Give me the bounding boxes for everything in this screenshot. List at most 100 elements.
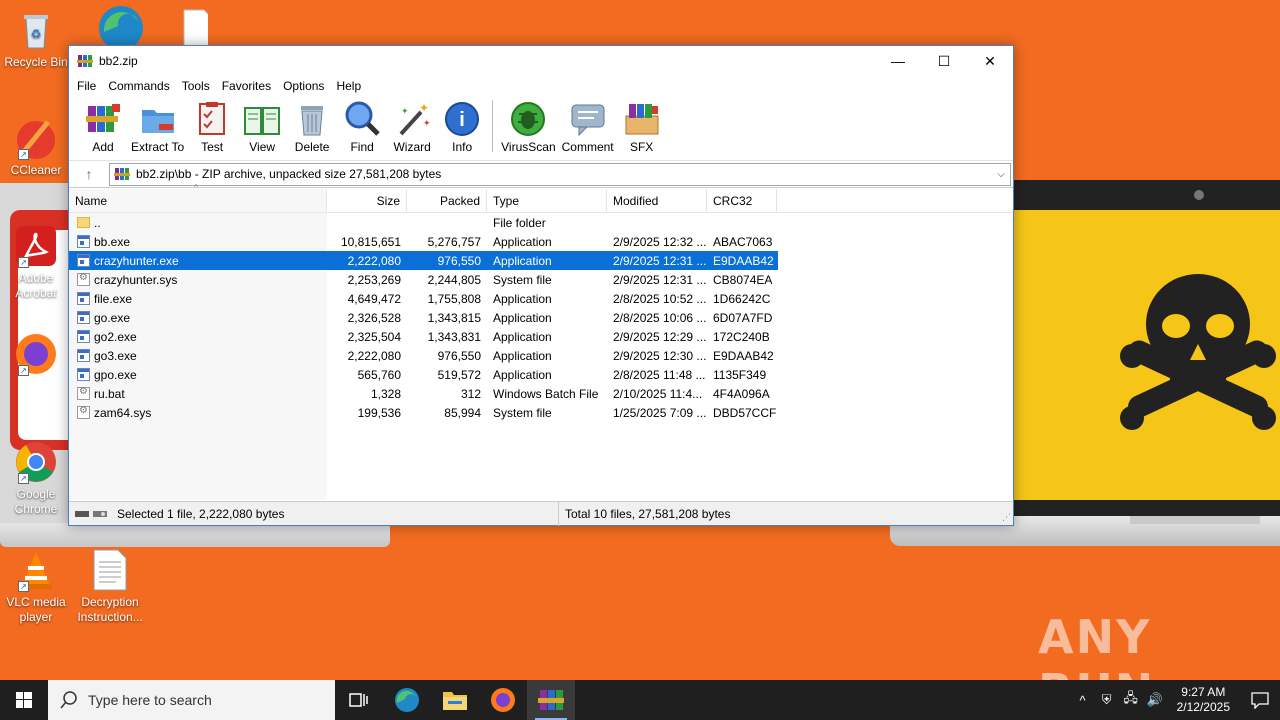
file-name: file.exe [94,291,133,306]
close-button[interactable]: ✕ [967,46,1013,76]
start-button[interactable] [0,680,48,720]
taskbar-edge[interactable] [383,680,431,720]
file-row[interactable]: crazyhunter.sys 2,253,269 2,244,805 System … [69,270,1013,289]
comment-label: Comment [561,140,614,154]
system-file-icon [77,406,90,419]
column-header-name[interactable]: Name [69,189,327,213]
svg-text:✦: ✦ [419,101,429,115]
taskbar-firefox[interactable] [479,680,527,720]
virusscan-label: VirusScan [501,140,556,154]
menu-favorites[interactable]: Favorites [216,79,277,93]
acrobat-icon: ↗ [14,224,58,268]
desktop-icon-acrobat[interactable]: ↗ Adobe Acrobat [0,224,72,301]
path-combobox[interactable]: bb2.zip\bb - ZIP archive, unpacked size … [109,162,1011,186]
desktop-icon-label: CCleaner [10,163,62,177]
security-icon[interactable]: ⛨ [1095,692,1119,708]
virusscan-button[interactable]: VirusScan [501,100,556,154]
file-row[interactable]: zam64.sys 199,536 85,994 System file 1/25/20… [69,403,1013,422]
network-icon[interactable]: 🖧 [1119,689,1143,711]
menu-file[interactable]: File [71,79,102,93]
file-row[interactable]: crazyhunter.exe 2,222,080 976,550 Applicati… [69,251,778,270]
file-rows: .. File folder bb.exe 10,815,651 5,276,757 Ap… [69,213,1013,422]
desktop-icon-vlc[interactable]: ↗ VLC media player [0,548,72,625]
add-archive-icon [86,104,120,132]
comment-button[interactable]: Comment [562,100,614,154]
add-label: Add [92,140,114,154]
desktop-icon-label: Recycle Bin [4,55,68,69]
find-button[interactable]: Find [340,100,384,154]
column-header-packed[interactable]: Packed [407,189,487,213]
file-row[interactable]: bb.exe 10,815,651 5,276,757 Application 2/9/… [69,232,1013,251]
menu-commands[interactable]: Commands [102,79,175,93]
column-header-crc32[interactable]: CRC32 [707,189,777,213]
wallpaper-camera [1194,190,1204,200]
view-button[interactable]: View [240,100,284,154]
add-button[interactable]: Add [81,100,125,154]
volume-icon[interactable]: 🔊 [1143,692,1167,708]
file-row[interactable]: .. File folder [69,213,1013,232]
sfx-button[interactable]: SFX [620,100,664,154]
file-type: System file [493,272,552,287]
taskbar-file-explorer[interactable] [431,680,479,720]
column-header-type[interactable]: Type [487,189,607,213]
chrome-icon: ↗ [14,440,58,484]
task-view-button[interactable] [335,680,383,720]
delete-button[interactable]: Delete [290,100,334,154]
file-modified: 2/9/2025 12:29 ... [613,329,707,344]
file-row[interactable]: go3.exe 2,222,080 976,550 Application 2/9/20… [69,346,1013,365]
menu-options[interactable]: Options [277,79,330,93]
desktop-icon-recycle-bin[interactable]: ♻ Recycle Bin [0,8,72,70]
notification-button[interactable] [1240,680,1280,720]
desktop-icon-ccleaner[interactable]: ↗ CCleaner [0,116,72,178]
column-header-size[interactable]: Size [327,189,407,213]
file-row[interactable]: file.exe 4,649,472 1,755,808 Application 2/8… [69,289,1013,308]
file-size: 2,326,528 [347,310,401,325]
status-bar: Selected 1 file, 2,222,080 bytes Total 1… [69,501,1013,526]
svg-text:i: i [459,109,465,131]
menu-help[interactable]: Help [330,79,367,93]
menu-tools[interactable]: Tools [176,79,216,93]
maximize-button[interactable]: ☐ [921,46,967,76]
edge-icon [395,688,419,712]
file-crc32: 172C240B [713,329,770,344]
task-view-icon [349,693,368,707]
desktop-icon-decryption-instructions[interactable]: Decryption Instruction... [74,548,146,625]
svg-text:✦: ✦ [401,106,409,116]
chevron-down-icon[interactable]: ⌵ [992,169,1010,180]
search-placeholder: Type here to search [88,692,212,708]
chevron-up-icon[interactable]: ^ [1071,693,1095,708]
info-button[interactable]: i Info [440,100,484,154]
svg-text:✦: ✦ [423,118,431,128]
file-size: 2,222,080 [347,253,401,268]
up-level-button[interactable]: ↑ [69,161,109,188]
file-name: ru.bat [94,386,125,401]
desktop-icon-edge[interactable] [82,4,154,51]
file-row[interactable]: go.exe 2,326,528 1,343,815 Application 2/8/2… [69,308,1013,327]
file-type: Application [493,253,552,268]
extract-to-button[interactable]: Extract To [131,100,184,154]
file-row[interactable]: go2.exe 2,325,504 1,343,831 Application 2/9/… [69,327,1013,346]
file-crc32: DBD57CCF [713,405,777,420]
desktop-icon-firefox[interactable]: ↗ [0,332,72,379]
test-button[interactable]: Test [190,100,234,154]
column-header-modified[interactable]: Modified [607,189,707,213]
title-bar[interactable]: bb2.zip — ☐ ✕ [69,46,1013,76]
taskbar-winrar[interactable] [527,680,575,720]
wallpaper-laptop-notch [1130,516,1260,524]
clock[interactable]: 9:27 AM 2/12/2025 [1177,685,1230,715]
desktop-icon-chrome[interactable]: ↗ Google Chrome [0,440,72,517]
minimize-button[interactable]: — [875,46,921,76]
file-row[interactable]: ru.bat 1,328 312 Windows Batch File 2/10/202… [69,384,1013,403]
file-name-cell: crazyhunter.sys [69,273,327,287]
taskbar-search-box[interactable]: Type here to search [48,680,335,720]
file-crc32: 4F4A096A [713,386,770,401]
file-name-cell: ru.bat [69,387,327,401]
resize-grip-icon[interactable]: ⋰ [1002,512,1011,523]
text-document-icon [88,548,132,592]
view-book-icon [244,107,281,135]
file-list[interactable]: ^ Name Size Packed Type Modified CRC32 .… [69,183,1013,500]
file-name: go2.exe [94,329,137,344]
wizard-button[interactable]: ✦ ✦ ✦ Wizard [390,100,434,154]
file-name: bb.exe [94,234,131,249]
file-row[interactable]: gpo.exe 565,760 519,572 Application 2/8/2025… [69,365,1013,384]
